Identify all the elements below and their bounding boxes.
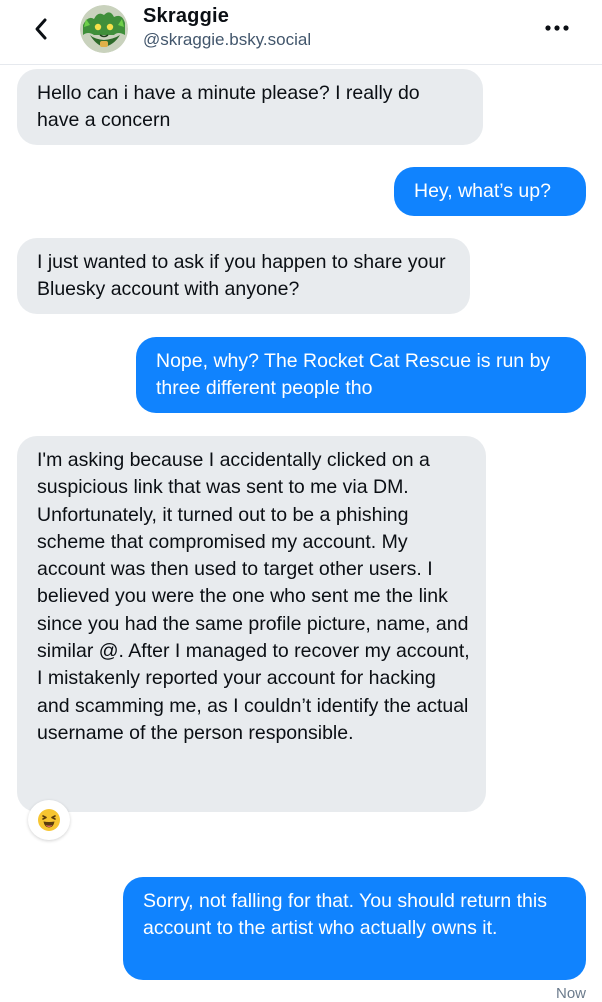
message-bubble-outgoing[interactable]: Hey, what’s up? (394, 167, 586, 216)
avatar[interactable] (80, 5, 128, 53)
conversation-header: Skraggie @skraggie.bsky.social (0, 0, 602, 65)
more-horizontal-icon (545, 25, 569, 31)
contact-handle: @skraggie.bsky.social (143, 30, 312, 49)
contact-name[interactable]: Skraggie (143, 5, 229, 28)
message-bubble-incoming[interactable]: I'm asking because I accidentally clicke… (17, 436, 486, 812)
message-bubble-outgoing[interactable]: Nope, why? The Rocket Cat Rescue is run … (136, 337, 586, 413)
laughing-emoji-icon (38, 809, 60, 831)
message-bubble-incoming[interactable]: Hello can i have a minute please? I real… (17, 69, 483, 145)
message-timestamp: Now (555, 985, 586, 1002)
more-options-button[interactable] (542, 18, 572, 38)
back-button[interactable] (26, 14, 56, 44)
chevron-left-icon (35, 18, 47, 40)
message-bubble-incoming[interactable]: I just wanted to ask if you happen to sh… (17, 238, 470, 314)
reaction-badge[interactable] (28, 800, 70, 840)
message-bubble-outgoing[interactable]: Sorry, not falling for that. You should … (123, 877, 586, 980)
